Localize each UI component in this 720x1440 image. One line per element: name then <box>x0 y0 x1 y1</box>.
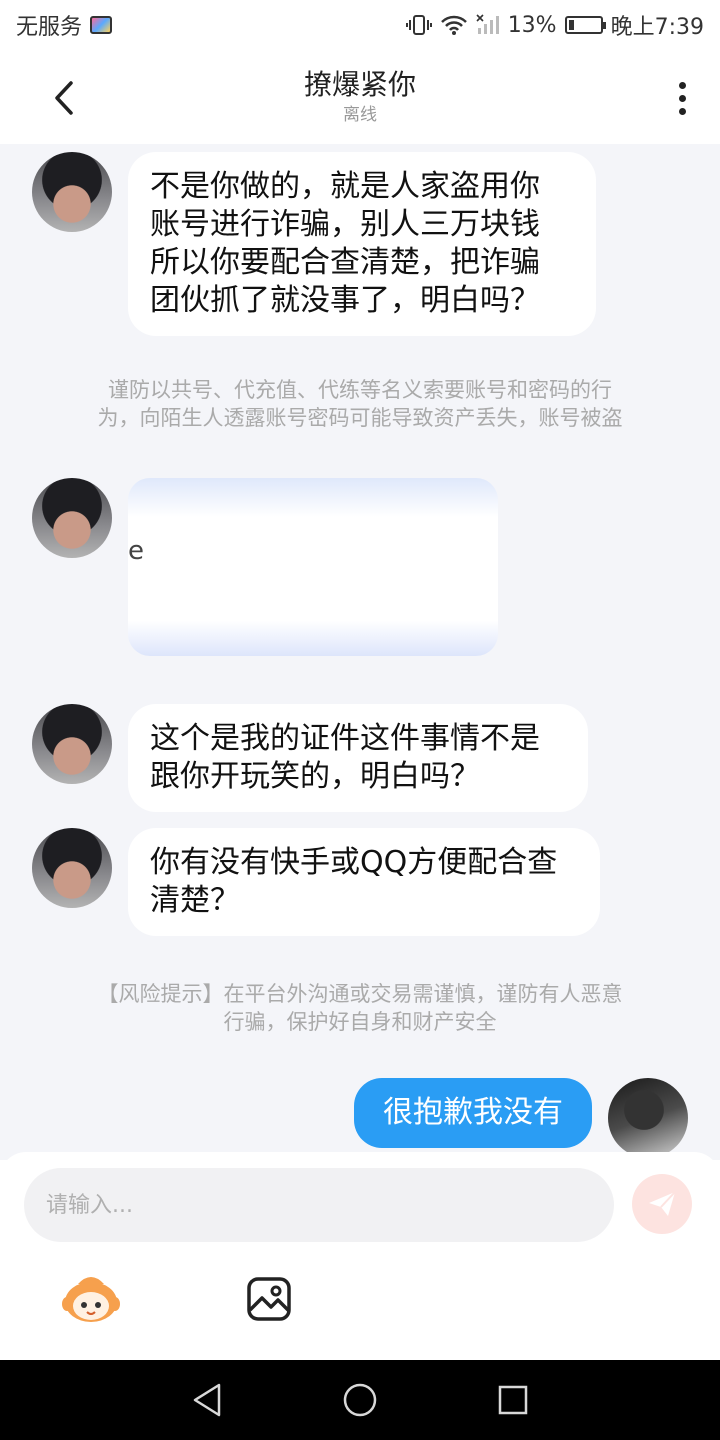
battery-icon <box>564 16 606 34</box>
nav-recents-button[interactable] <box>483 1370 543 1430</box>
send-icon <box>649 1191 676 1216</box>
system-nav-bar <box>0 1360 720 1440</box>
image-icon <box>247 1277 291 1321</box>
more-icon <box>678 81 686 89</box>
emoji-icon <box>62 1277 120 1322</box>
wifi-icon <box>440 14 468 36</box>
my-message-bubble[interactable]: 很抱歉我没有 <box>354 1078 592 1148</box>
risk-notice: 【风险提示】在平台外沟通或交易需谨慎，谨防有人恶意 行骗，保护好自身和财产安全 <box>97 982 623 1034</box>
nav-recents-icon <box>499 1385 528 1415</box>
contact-avatar[interactable] <box>32 704 112 784</box>
vibrate-icon <box>405 14 432 36</box>
online-status: 离线 <box>342 105 377 125</box>
chat-area[interactable]: 不是你做的，就是人家盗用你 账号进行诈骗，别人三万块钱 所以你要配合查清楚，把诈… <box>0 144 720 1160</box>
back-button[interactable] <box>44 76 84 120</box>
security-notice: 谨防以共号、代充值、代练等名义索要账号和密码的行 为，向陌生人透露账号密码可能导… <box>97 378 623 430</box>
back-icon <box>55 81 73 115</box>
battery-percent: 13% <box>507 12 557 38</box>
send-button[interactable] <box>632 1174 692 1234</box>
image-button[interactable] <box>246 1276 292 1322</box>
signal-icon <box>476 14 500 36</box>
page-title: 撩爆紧你 <box>303 68 416 101</box>
message-bubble[interactable]: 不是你做的，就是人家盗用你 账号进行诈骗，别人三万块钱 所以你要配合查清楚，把诈… <box>128 152 596 336</box>
my-avatar[interactable] <box>608 1078 688 1158</box>
status-left: 无服务 <box>16 9 113 41</box>
status-bar: 无服务 13% 晚上7:39 <box>0 0 720 50</box>
carrier-label: 无服务 <box>16 15 83 40</box>
gallery-app-icon <box>90 16 113 34</box>
message-bubble[interactable]: 这个是我的证件这件事情不是 跟你开玩笑的，明白吗？ <box>128 704 588 812</box>
clock: 晚上7:39 <box>610 15 704 40</box>
chat-header: 撩爆紧你 离线 <box>0 50 720 144</box>
nav-home-button[interactable] <box>330 1370 390 1430</box>
image-message-glyph: e <box>128 536 144 566</box>
image-message[interactable]: e <box>128 478 498 656</box>
more-button[interactable] <box>670 76 694 120</box>
nav-back-button[interactable] <box>177 1370 237 1430</box>
status-right: 13% 晚上7:39 <box>405 9 704 41</box>
title-wrap: 撩爆紧你 离线 <box>304 67 416 127</box>
nav-home-icon <box>343 1383 377 1417</box>
contact-avatar[interactable] <box>32 152 112 232</box>
emoji-button[interactable] <box>60 1272 122 1324</box>
contact-avatar[interactable] <box>32 828 112 908</box>
more-icon-dot <box>678 94 686 102</box>
more-icon-dot <box>678 107 686 115</box>
contact-avatar[interactable] <box>32 478 112 558</box>
message-bubble[interactable]: 你有没有快手或QQ方便配合查 清楚？ <box>128 828 600 936</box>
nav-back-icon <box>193 1383 220 1417</box>
message-input[interactable] <box>24 1168 614 1242</box>
input-panel <box>0 1152 720 1360</box>
